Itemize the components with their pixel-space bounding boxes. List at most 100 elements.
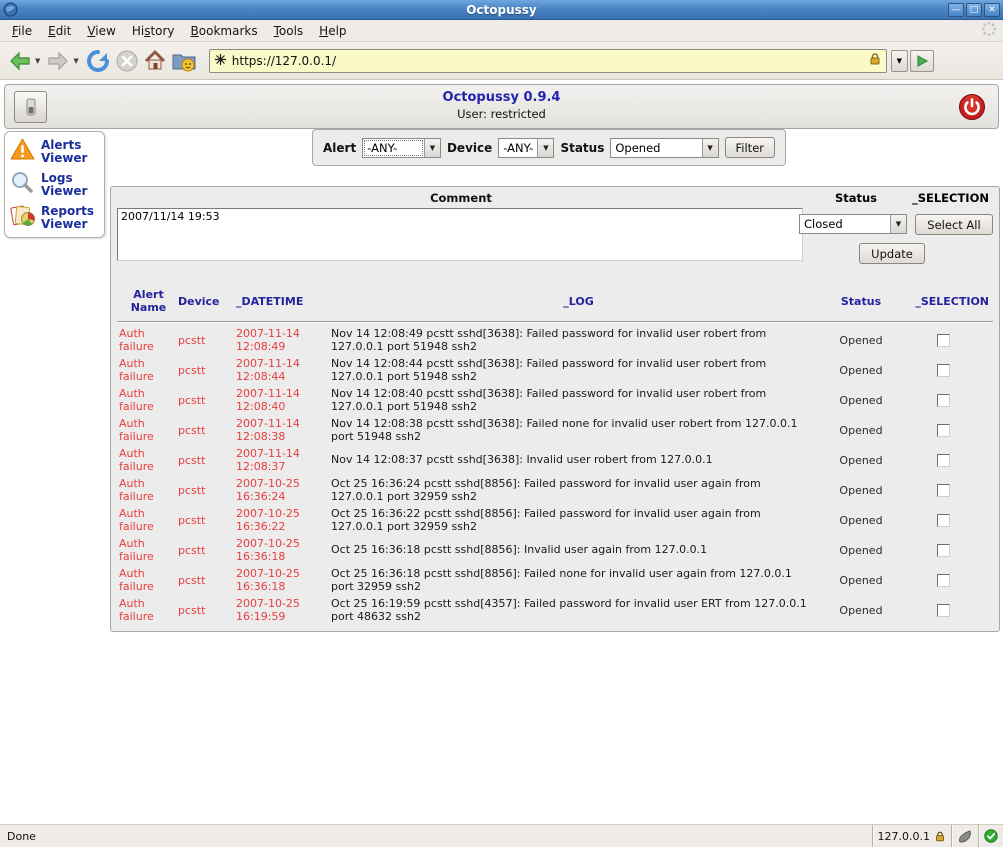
logout-power-button[interactable] xyxy=(958,93,986,121)
row-checkbox[interactable] xyxy=(937,484,950,497)
menubar: File Edit View History Bookmarks Tools H… xyxy=(0,20,1003,42)
table-divider xyxy=(117,321,993,323)
menu-item[interactable]: Help xyxy=(311,22,354,40)
header-alert-name[interactable]: Alert Name xyxy=(119,288,178,314)
sidebar-item-reports-viewer[interactable]: ReportsViewer xyxy=(9,203,100,232)
table-body: Auth failure pcstt 2007-11-1412:08:49 No… xyxy=(119,325,991,625)
url-bar[interactable]: https://127.0.0.1/ xyxy=(209,49,887,73)
go-button[interactable] xyxy=(910,50,934,72)
update-button[interactable]: Update xyxy=(859,243,925,264)
url-dropdown-button[interactable]: ▼ xyxy=(891,50,908,72)
table-row: Auth failure pcstt 2007-11-1412:08:44 No… xyxy=(119,355,991,385)
cell-device: pcstt xyxy=(178,514,236,527)
menu-item[interactable]: File xyxy=(4,22,40,40)
header-status[interactable]: Status xyxy=(826,295,896,308)
forward-history-dropdown[interactable]: ▼ xyxy=(73,57,78,65)
minimize-button[interactable]: — xyxy=(948,3,964,17)
alert-filter-select[interactable]: -ANY-▼ xyxy=(362,138,441,158)
row-checkbox[interactable] xyxy=(937,574,950,587)
forward-button[interactable] xyxy=(44,47,72,75)
header-log[interactable]: _LOG xyxy=(331,295,826,308)
app-title: Octopussy 0.9.4 xyxy=(5,90,998,107)
row-checkbox[interactable] xyxy=(937,394,950,407)
select-all-button[interactable]: Select All xyxy=(915,214,993,235)
cell-datetime: 2007-11-1412:08:38 xyxy=(236,417,331,443)
cell-status: Opened xyxy=(826,394,896,407)
row-checkbox[interactable] xyxy=(937,514,950,527)
comment-textarea[interactable]: 2007/11/14 19:53 xyxy=(117,208,803,261)
table-row: Auth failure pcstt 2007-11-1412:08:38 No… xyxy=(119,415,991,445)
table-row: Auth failure pcstt 2007-10-2516:36:22 Oc… xyxy=(119,505,991,535)
device-filter-select[interactable]: -ANY-▼ xyxy=(498,138,554,158)
close-button[interactable]: ✕ xyxy=(984,3,1000,17)
back-button[interactable] xyxy=(6,47,34,75)
cell-alert-name: Auth failure xyxy=(119,447,178,473)
cell-datetime: 2007-10-2516:36:24 xyxy=(236,477,331,503)
bookmarks-folder-icon[interactable] xyxy=(169,47,199,75)
menu-item[interactable]: Edit xyxy=(40,22,79,40)
row-checkbox[interactable] xyxy=(937,364,950,377)
cell-alert-name: Auth failure xyxy=(119,477,178,503)
stop-button[interactable] xyxy=(113,47,141,75)
magnifier-icon xyxy=(9,170,36,199)
sidebar-item-logs-viewer[interactable]: LogsViewer xyxy=(9,170,100,199)
cell-alert-name: Auth failure xyxy=(119,537,178,563)
window-title: Octopussy xyxy=(0,3,1003,17)
chevron-down-icon[interactable]: ▼ xyxy=(424,139,440,157)
cell-status: Opened xyxy=(826,454,896,467)
row-checkbox[interactable] xyxy=(937,424,950,437)
new-status-select[interactable]: Closed▼ xyxy=(799,214,907,234)
cell-device: pcstt xyxy=(178,334,236,347)
row-checkbox[interactable] xyxy=(937,604,950,617)
cell-log: Oct 25 16:36:18 pcstt sshd[8856]: Failed… xyxy=(331,567,826,593)
secure-host-indicator[interactable]: 127.0.0.1 xyxy=(872,825,951,847)
status-filter-label: Status xyxy=(560,141,604,155)
cell-status: Opened xyxy=(826,604,896,617)
status-filter-select[interactable]: Opened▼ xyxy=(610,138,718,158)
row-checkbox[interactable] xyxy=(937,544,950,557)
extension-icon[interactable] xyxy=(951,825,978,847)
chevron-down-icon[interactable]: ▼ xyxy=(537,139,553,157)
cell-log: Oct 25 16:19:59 pcstt sshd[4357]: Failed… xyxy=(331,597,826,623)
back-history-dropdown[interactable]: ▼ xyxy=(35,57,40,65)
table-row: Auth failure pcstt 2007-10-2516:19:59 Oc… xyxy=(119,595,991,625)
sidebar-item-alerts-viewer[interactable]: AlertsViewer xyxy=(9,137,100,166)
status-ok-icon[interactable] xyxy=(978,825,1003,847)
table-row: Auth failure pcstt 2007-10-2516:36:18 Oc… xyxy=(119,535,991,565)
header-datetime[interactable]: _DATETIME xyxy=(236,295,331,308)
cell-alert-name: Auth failure xyxy=(119,597,178,623)
cell-status: Opened xyxy=(826,574,896,587)
row-checkbox[interactable] xyxy=(937,454,950,467)
home-button[interactable] xyxy=(141,47,169,75)
row-checkbox[interactable] xyxy=(937,334,950,347)
maximize-button[interactable]: □ xyxy=(966,3,982,17)
app-header: Octopussy 0.9.4 User: restricted xyxy=(4,84,999,129)
alerts-panel: Comment 2007/11/14 19:53 Status _SELECTI… xyxy=(110,186,1000,632)
cell-log: Nov 14 12:08:38 pcstt sshd[3638]: Failed… xyxy=(331,417,826,443)
cell-status: Opened xyxy=(826,424,896,437)
cell-alert-name: Auth failure xyxy=(119,567,178,593)
chevron-down-icon[interactable]: ▼ xyxy=(702,139,718,157)
cell-status: Opened xyxy=(826,544,896,557)
cell-datetime: 2007-10-2516:19:59 xyxy=(236,597,331,623)
site-favicon xyxy=(214,51,227,70)
menu-item[interactable]: View xyxy=(79,22,123,40)
menu-item[interactable]: Bookmarks xyxy=(183,22,266,40)
header-device[interactable]: Device xyxy=(178,295,236,308)
url-text[interactable]: https://127.0.0.1/ xyxy=(232,54,863,68)
cell-log: Nov 14 12:08:44 pcstt sshd[3638]: Failed… xyxy=(331,357,826,383)
cell-device: pcstt xyxy=(178,604,236,617)
cell-log: Nov 14 12:08:37 pcstt sshd[3638]: Invali… xyxy=(331,453,826,466)
navigation-toolbar: ▼ ▼ https://127.0.0.1/ ▼ xyxy=(0,42,1003,80)
cell-log: Nov 14 12:08:40 pcstt sshd[3638]: Failed… xyxy=(331,387,826,413)
filter-button[interactable]: Filter xyxy=(725,137,775,158)
table-row: Auth failure pcstt 2007-11-1412:08:37 No… xyxy=(119,445,991,475)
header-selection[interactable]: _SELECTION xyxy=(896,295,991,308)
cell-datetime: 2007-11-1412:08:49 xyxy=(236,327,331,353)
menu-item[interactable]: Tools xyxy=(266,22,312,40)
cell-status: Opened xyxy=(826,334,896,347)
chevron-down-icon[interactable]: ▼ xyxy=(890,215,906,233)
reload-button[interactable] xyxy=(83,46,113,76)
menu-item[interactable]: History xyxy=(124,22,183,40)
cell-device: pcstt xyxy=(178,424,236,437)
